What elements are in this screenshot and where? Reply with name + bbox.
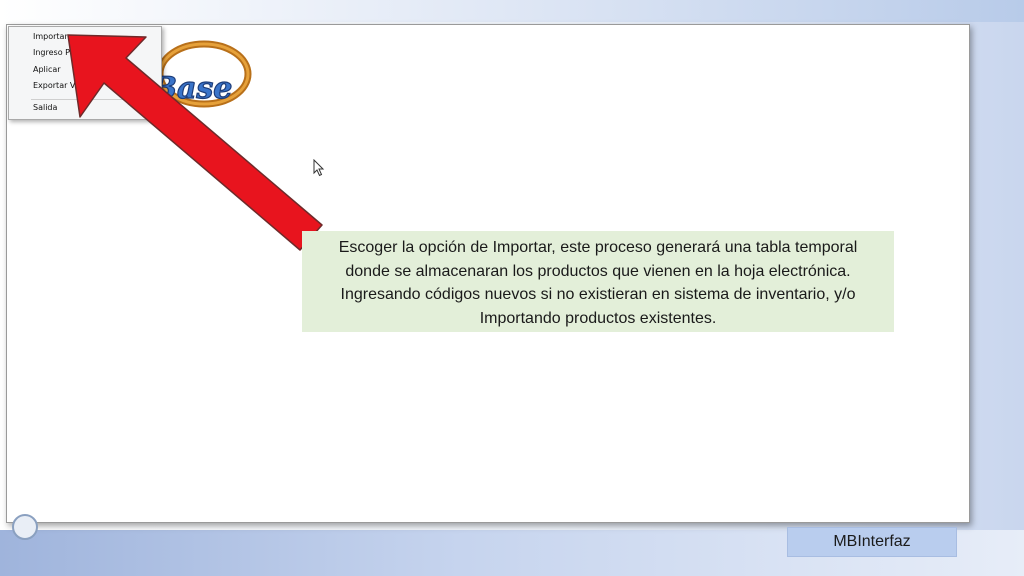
menu-item-ingreso[interactable]: Ingreso P bbox=[33, 48, 70, 57]
menu-item-aplicar[interactable]: Aplicar bbox=[33, 65, 61, 74]
slide-top-band bbox=[0, 0, 1024, 22]
callout-line-3: Ingresando códigos nuevos si no existier… bbox=[340, 286, 856, 303]
callout-line-1: Escoger la opción de Importar, este proc… bbox=[338, 239, 858, 256]
menu-item-importar[interactable]: Importar bbox=[33, 32, 68, 41]
menu-item-salida[interactable]: Salida bbox=[33, 103, 57, 112]
callout-line-4: Importando productos existentes. bbox=[479, 309, 717, 327]
logo-text: Base bbox=[151, 71, 233, 106]
menu-separator bbox=[31, 99, 155, 100]
mouse-cursor-icon bbox=[313, 159, 325, 177]
footer-label: MBInterfaz bbox=[787, 527, 957, 557]
menu-item-exportar[interactable]: Exportar V bbox=[33, 81, 75, 90]
mbase-logo: Base bbox=[150, 40, 252, 108]
context-menu: Importar Ingreso P Aplicar Exportar V Sa… bbox=[8, 26, 162, 120]
callout-line-2: donde se almacenaran los productos que v… bbox=[345, 262, 851, 280]
instruction-callout: Escoger la opción de Importar, este proc… bbox=[302, 231, 894, 332]
start-orb-button[interactable] bbox=[12, 514, 38, 540]
